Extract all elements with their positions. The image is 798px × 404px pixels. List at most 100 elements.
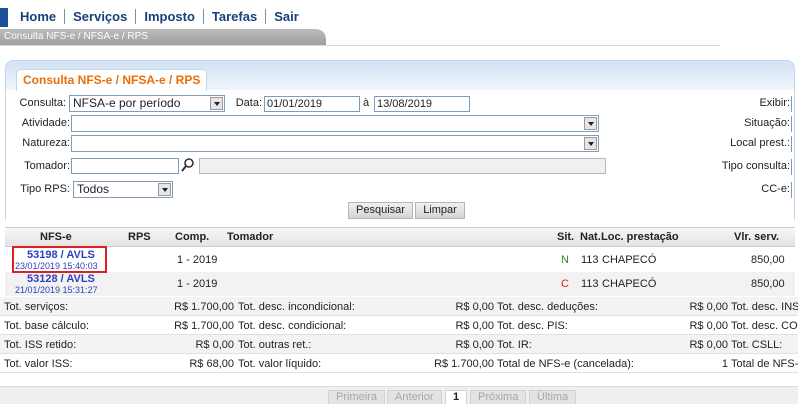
situacao-cell: C bbox=[561, 278, 569, 290]
panel-header: Consulta NFS-e / NFSA-e / RPS bbox=[5, 60, 795, 91]
nfse-link[interactable]: 53128 / AVLS bbox=[27, 273, 95, 285]
pesquisar-button[interactable]: Pesquisar bbox=[348, 202, 413, 219]
total-value: R$ 0,00 bbox=[455, 301, 494, 313]
tipo-rps-select-value: Todos bbox=[77, 182, 110, 196]
atividade-label: Atividade: bbox=[21, 117, 70, 129]
highlight-annotation bbox=[12, 246, 107, 273]
natureza-cell: 113 bbox=[581, 278, 599, 290]
chevron-down-icon bbox=[584, 117, 597, 130]
natureza-cell: 113 bbox=[581, 254, 599, 266]
nfse-datetime: 21/01/2019 15:31:27 bbox=[15, 285, 98, 295]
col-tomador[interactable]: Tomador bbox=[227, 231, 273, 243]
nav-item-home[interactable]: Home bbox=[12, 9, 64, 24]
data-label: Data: bbox=[235, 97, 262, 109]
total-label: Tot. IR: bbox=[497, 339, 532, 351]
chevron-down-icon bbox=[210, 97, 223, 110]
col-nfse[interactable]: NFS-e bbox=[40, 231, 72, 243]
comp-cell: 1 - 2019 bbox=[177, 278, 218, 290]
situacao-cell: N bbox=[561, 254, 569, 266]
tipo-consulta-field[interactable] bbox=[791, 159, 794, 175]
total-value: 1 bbox=[721, 358, 728, 370]
total-label: Tot. desc. deduções: bbox=[497, 301, 598, 313]
total-label: Tot. outras ret.: bbox=[238, 339, 312, 351]
prev-page-button[interactable]: Anterior bbox=[387, 390, 442, 404]
total-value: R$ 0,00 bbox=[195, 339, 234, 351]
table-row[interactable]: 53128 / AVLS 21/01/2019 15:31:27 1 - 201… bbox=[5, 272, 795, 296]
first-page-button[interactable]: Primeira bbox=[328, 390, 385, 404]
loc-prestacao-cell: CHAPECÓ bbox=[602, 278, 657, 290]
exibir-label: Exibir: bbox=[759, 97, 790, 109]
col-sit[interactable]: Sit. bbox=[557, 231, 574, 243]
next-page-button[interactable]: Próxima bbox=[470, 390, 527, 404]
exibir-field[interactable] bbox=[791, 96, 794, 112]
cce-field[interactable] bbox=[791, 182, 794, 198]
tipo-rps-select[interactable]: Todos bbox=[73, 181, 173, 198]
nav-item-sair[interactable]: Sair bbox=[266, 9, 307, 24]
breadcrumb-divider bbox=[0, 45, 720, 56]
total-label: Tot. CSLL: bbox=[731, 339, 783, 351]
natureza-label: Natureza: bbox=[22, 137, 70, 149]
col-rps[interactable]: RPS bbox=[128, 231, 151, 243]
chevron-down-icon bbox=[158, 183, 171, 196]
total-label: Tot. desc. incondicional: bbox=[238, 301, 355, 313]
nav-item-servicos[interactable]: Serviços bbox=[65, 9, 135, 24]
col-loc-prestacao[interactable]: Loc. prestação bbox=[601, 231, 679, 243]
total-label: Tot. valor ISS: bbox=[4, 358, 73, 370]
total-label: Tot. base cálculo: bbox=[4, 320, 89, 332]
limpar-button[interactable]: Limpar bbox=[415, 202, 465, 219]
search-icon[interactable] bbox=[181, 157, 195, 173]
nav-item-imposto[interactable]: Imposto bbox=[136, 9, 203, 24]
consulta-select[interactable]: NFSA-e por período bbox=[69, 95, 225, 112]
col-vlr-serv[interactable]: Vlr. serv. bbox=[734, 231, 779, 243]
panel-title: Consulta NFS-e / NFSA-e / RPS bbox=[23, 73, 201, 87]
table-row[interactable]: 53198 / AVLS 23/01/2019 15:40:03 1 - 201… bbox=[5, 248, 795, 272]
total-label: Tot. desc. PIS: bbox=[497, 320, 568, 332]
vlr-serv-cell: 850,00 bbox=[751, 254, 785, 266]
pagination: Primeira Anterior 1 Próxima Última bbox=[0, 386, 798, 404]
total-label: Tot. valor líquido: bbox=[238, 358, 322, 370]
total-value: R$ 0,00 bbox=[455, 320, 494, 332]
total-value: R$ 0,00 bbox=[689, 339, 728, 351]
total-value: R$ 68,00 bbox=[189, 358, 234, 370]
atividade-select[interactable] bbox=[71, 115, 599, 132]
tomador-name-display bbox=[199, 158, 606, 174]
total-label: Tot. desc. COF bbox=[731, 320, 798, 332]
date-to-input[interactable]: 13/08/2019 bbox=[374, 96, 470, 112]
chevron-down-icon bbox=[584, 137, 597, 150]
nav-menu: Home Serviços Imposto Tarefas Sair bbox=[12, 9, 307, 24]
natureza-select[interactable] bbox=[71, 135, 599, 152]
last-page-button[interactable]: Última bbox=[529, 390, 577, 404]
breadcrumb-text: Consulta NFS-e / NFSA-e / RPS bbox=[4, 31, 148, 42]
total-value: R$ 1.700,00 bbox=[174, 301, 234, 313]
panel-tab: Consulta NFS-e / NFSA-e / RPS bbox=[16, 69, 208, 91]
totals-row: Tot. valor ISS: R$ 68,00 Tot. valor líqu… bbox=[0, 354, 798, 373]
tomador-label: Tomador: bbox=[24, 160, 70, 172]
search-panel: Consulta NFS-e / NFSA-e / RPS Consulta: … bbox=[5, 60, 795, 220]
consulta-select-value: NFSA-e por período bbox=[73, 96, 181, 110]
date-from-input[interactable]: 01/01/2019 bbox=[264, 96, 360, 112]
breadcrumb: Consulta NFS-e / NFSA-e / RPS bbox=[0, 29, 326, 45]
tipo-consulta-label: Tipo consulta: bbox=[721, 160, 790, 172]
total-label: Tot. desc. condicional: bbox=[238, 320, 347, 332]
comp-cell: 1 - 2019 bbox=[177, 254, 218, 266]
total-label: Tot. ISS retido: bbox=[4, 339, 77, 351]
vlr-serv-cell: 850,00 bbox=[751, 278, 785, 290]
total-label: Total de NFS-e bbox=[731, 358, 798, 370]
total-value: R$ 0,00 bbox=[689, 301, 728, 313]
situacao-field[interactable] bbox=[791, 116, 794, 132]
local-prest-field[interactable] bbox=[791, 136, 794, 152]
total-value: R$ 0,00 bbox=[689, 320, 728, 332]
situacao-label: Situação: bbox=[744, 117, 790, 129]
current-page-button[interactable]: 1 bbox=[445, 390, 468, 404]
tomador-input[interactable] bbox=[71, 158, 179, 174]
total-value: R$ 1.700,00 bbox=[174, 320, 234, 332]
total-label: Tot. serviços: bbox=[4, 301, 69, 313]
totals-row: Tot. serviços: R$ 1.700,00 Tot. desc. in… bbox=[0, 297, 798, 316]
totals-row: Tot. ISS retido: R$ 0,00 Tot. outras ret… bbox=[0, 335, 798, 354]
col-comp[interactable]: Comp. bbox=[175, 231, 209, 243]
total-value: R$ 0,00 bbox=[455, 339, 494, 351]
cce-label: CC-e: bbox=[761, 183, 790, 195]
nav-item-tarefas[interactable]: Tarefas bbox=[204, 9, 265, 24]
date-range-separator: à bbox=[363, 97, 370, 109]
col-nat[interactable]: Nat. bbox=[580, 231, 601, 243]
